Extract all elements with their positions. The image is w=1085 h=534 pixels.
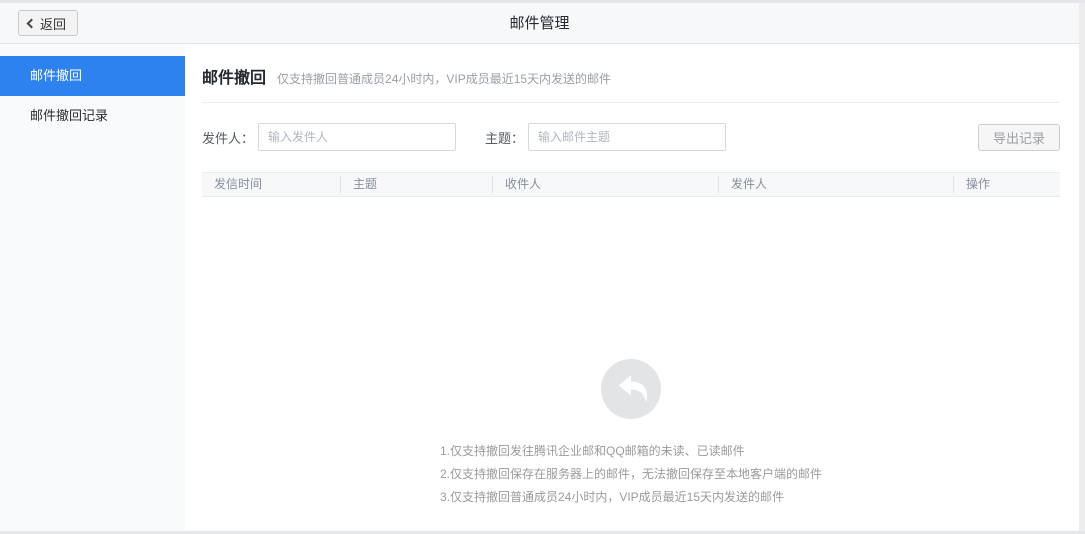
sidebar-item-mail-recall[interactable]: 邮件撤回 xyxy=(0,56,185,96)
recall-arrow-icon xyxy=(601,359,661,424)
sidebar-item-label: 邮件撤回记录 xyxy=(30,108,109,123)
recall-rules-notes: 1.仅支持撤回发往腾讯企业邮和QQ邮箱的未读、已读邮件 2.仅支持撤回保存在服务… xyxy=(440,440,822,509)
recall-rule-3: 3.仅支持撤回普通成员24小时内，VIP成员最近15天内发送的邮件 xyxy=(439,490,785,504)
subject-label: 主题： xyxy=(485,130,525,146)
recall-rule-1: 1.仅支持撤回发往腾讯企业邮和QQ邮箱的未读、已读邮件 xyxy=(439,444,745,458)
back-button-label: 返回 xyxy=(40,16,67,32)
empty-state: 1.仅支持撤回发往腾讯企业邮和QQ邮箱的未读、已读邮件 2.仅支持撤回保存在服务… xyxy=(202,197,1060,509)
topbar: 邮件管理 返回 xyxy=(0,3,1079,44)
sidebar: 邮件撤回 邮件撤回记录 xyxy=(0,45,185,531)
section-heading: 邮件撤回 xyxy=(202,70,267,87)
back-button[interactable]: 返回 xyxy=(18,10,79,36)
filter-row: 发件人： 主题： 导出记录 xyxy=(202,123,1060,151)
sidebar-item-label: 邮件撤回 xyxy=(30,68,83,83)
sender-label: 发件人： xyxy=(202,130,255,146)
chevron-left-icon xyxy=(26,18,37,28)
main-content: 邮件撤回 仅支持撤回普通成员24小时内，VIP成员最近15天内发送的邮件 发件人… xyxy=(185,45,1079,531)
column-header-sender: 发件人 xyxy=(718,176,953,193)
column-header-recipient: 收件人 xyxy=(492,176,718,193)
vertical-scrollbar-track[interactable] xyxy=(1079,3,1085,534)
recall-rule-2: 2.仅支持撤回保存在服务器上的邮件，无法撤回保存至本地客户端的邮件 xyxy=(439,467,822,481)
sender-input[interactable] xyxy=(258,123,457,151)
page-title: 邮件管理 xyxy=(509,15,570,32)
column-header-subject: 主题 xyxy=(340,176,492,193)
column-header-send-time: 发信时间 xyxy=(214,177,263,191)
sidebar-item-recall-records[interactable]: 邮件撤回记录 xyxy=(0,96,185,136)
subject-input[interactable] xyxy=(528,123,727,151)
mail-management-window: 邮件管理 返回 邮件撤回 邮件撤回记录 邮件撤回 仅支持撤回普通成员24小时内，… xyxy=(0,0,1085,534)
export-records-button[interactable]: 导出记录 xyxy=(977,123,1060,151)
section-subtitle: 仅支持撤回普通成员24小时内，VIP成员最近15天内发送的邮件 xyxy=(277,72,612,86)
content-header: 邮件撤回 仅支持撤回普通成员24小时内，VIP成员最近15天内发送的邮件 xyxy=(202,45,1060,103)
column-header-actions: 操作 xyxy=(953,176,1060,193)
table-header-row: 发信时间 主题 收件人 发件人 操作 xyxy=(202,172,1060,197)
